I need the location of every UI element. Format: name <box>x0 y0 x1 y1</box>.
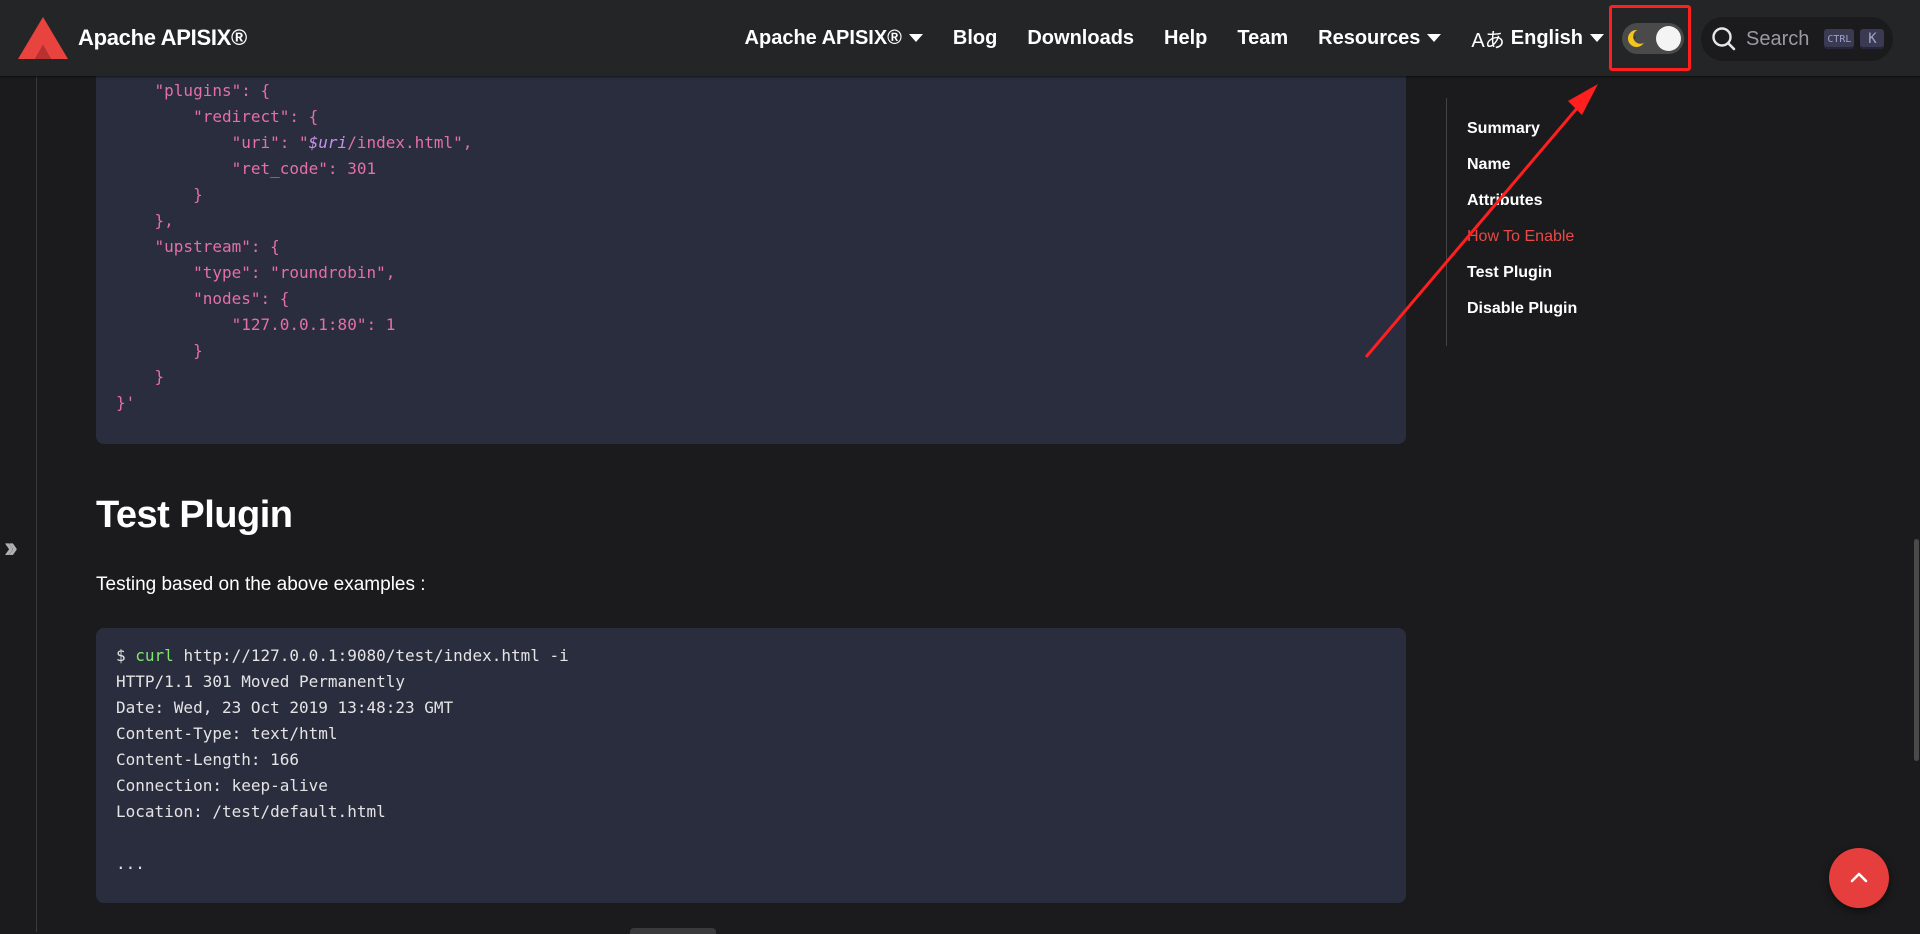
nav-item-label: Apache APISIX® <box>744 26 902 49</box>
code-content: $ curl http://127.0.0.1:9080/test/index.… <box>116 643 1386 877</box>
navbar: Apache APISIX® Apache APISIX® Blog Downl… <box>0 0 1920 76</box>
language-selector[interactable]: Aあ English <box>1471 24 1604 53</box>
moon-icon <box>1627 29 1646 48</box>
bottom-tab <box>630 928 716 934</box>
nav-item-label: Resources <box>1318 26 1421 49</box>
code-line: } <box>116 341 203 360</box>
nav-item-label: Team <box>1237 26 1289 49</box>
nav-item-label: Help <box>1164 26 1208 49</box>
code-line: "127.0.0.1:80": 1 <box>116 315 396 334</box>
scrollbar-thumb[interactable] <box>1914 539 1919 761</box>
code-line: }, <box>116 211 174 230</box>
chevron-up-icon <box>1850 872 1868 883</box>
heading-test-plugin: Test Plugin <box>96 494 293 536</box>
nav-item-resources[interactable]: Resources <box>1318 26 1442 50</box>
ctrl-key-badge: CTRL <box>1824 29 1855 49</box>
shell-prompt: $ <box>116 646 126 665</box>
code-line: "upstream": { <box>116 237 280 256</box>
shell-command-args: http://127.0.0.1:9080/test/index.html -i <box>183 646 569 665</box>
back-to-top-button[interactable] <box>1829 848 1889 908</box>
collapsed-sidebar: ›› <box>0 76 37 932</box>
table-of-contents: Summary Name Attributes How To Enable Test P… <box>1446 98 1577 346</box>
theme-toggle[interactable] <box>1622 23 1684 54</box>
apisix-logo-icon <box>18 17 68 59</box>
code-line: "nodes": { <box>116 289 290 308</box>
code-line: "ret_code": 301 <box>116 159 377 178</box>
nav-item-downloads[interactable]: Downloads <box>1027 27 1134 50</box>
toggle-knob <box>1656 26 1681 51</box>
language-label: English <box>1510 26 1583 49</box>
brand-link[interactable]: Apache APISIX® <box>18 17 247 59</box>
code-line: "type": "roundrobin", <box>116 263 396 282</box>
code-block-curl-output: $ curl http://127.0.0.1:9080/test/index.… <box>96 628 1406 903</box>
toc-item-test-plugin[interactable]: Test Plugin <box>1467 255 1577 291</box>
nav-item-label: Downloads <box>1027 26 1135 49</box>
caret-down-icon <box>1427 34 1442 42</box>
code-block-route-config: "uri": "/test", "plugins": { "redirect":… <box>96 60 1406 444</box>
search-button[interactable]: Search CTRL K <box>1701 17 1893 61</box>
toc-item-disable-plugin[interactable]: Disable Plugin <box>1467 291 1577 327</box>
k-key-badge: K <box>1860 29 1885 49</box>
toc-item-how-to-enable[interactable]: How To Enable <box>1467 219 1577 255</box>
caret-down-icon <box>908 34 923 42</box>
command-output: HTTP/1.1 301 Moved Permanently Date: Wed… <box>116 672 454 873</box>
nav-items: Apache APISIX® Blog Downloads Help Team … <box>745 0 1604 76</box>
translate-icon: Aあ <box>1471 29 1505 52</box>
nav-item-blog[interactable]: Blog <box>953 27 997 50</box>
toc-item-summary[interactable]: Summary <box>1467 111 1577 147</box>
scrollbar-track[interactable] <box>1912 76 1920 932</box>
code-line: "uri": "$uri/index.html", <box>116 133 473 152</box>
nav-item-team[interactable]: Team <box>1237 27 1288 50</box>
caret-down-icon <box>1590 34 1604 42</box>
code-content: "uri": "/test", "plugins": { "redirect":… <box>116 60 472 416</box>
nav-item-help[interactable]: Help <box>1164 27 1207 50</box>
toc-item-name[interactable]: Name <box>1467 147 1577 183</box>
nav-item-apisix[interactable]: Apache APISIX® <box>745 27 923 50</box>
brand-title: Apache APISIX® <box>78 25 247 50</box>
code-line: } <box>116 367 165 386</box>
nav-item-label: Blog <box>952 26 998 49</box>
shell-command: curl <box>135 646 174 665</box>
code-line: } <box>116 185 203 204</box>
code-variable: $uri <box>308 133 348 152</box>
expand-sidebar-icon[interactable]: ›› <box>4 531 18 565</box>
code-line: "redirect": { <box>116 107 319 126</box>
code-line: }' <box>116 393 136 412</box>
search-icon <box>1712 27 1736 51</box>
search-label: Search <box>1746 27 1810 50</box>
toc-item-attributes[interactable]: Attributes <box>1467 183 1577 219</box>
code-line: "plugins": { <box>116 81 271 100</box>
paragraph-testing: Testing based on the above examples : <box>96 574 426 595</box>
